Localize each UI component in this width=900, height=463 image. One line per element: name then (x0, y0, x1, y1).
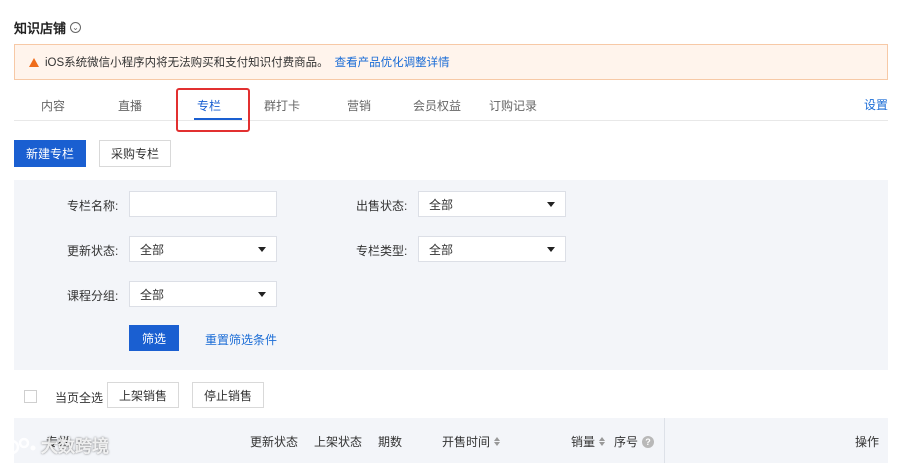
sort-icon[interactable] (494, 437, 501, 446)
warning-triangle-icon (29, 57, 39, 67)
course-group-select[interactable]: 全部 (129, 281, 277, 307)
sale-status-label: 出售状态: (356, 199, 408, 213)
col-header-column: 专栏 (46, 435, 71, 449)
col-header-list-status: 上架状态 (314, 435, 363, 449)
column-type-value: 全部 (429, 242, 454, 257)
column-divider (664, 418, 665, 463)
col-header-issues: 期数 (378, 435, 403, 449)
col-header-update-status: 更新状态 (250, 435, 299, 449)
col-header-order: 序号 ? (614, 433, 655, 450)
filter-panel: 专栏名称: 出售状态: 全部 更新状态: 全部 专栏类型: 全部 课程分组: 全… (14, 180, 888, 370)
tab-column[interactable]: 专栏 (197, 97, 221, 114)
new-column-button[interactable]: 新建专栏 (14, 140, 86, 167)
column-type-select[interactable]: 全部 (418, 236, 566, 262)
tab-member-benefits[interactable]: 会员权益 (413, 97, 461, 114)
notice-text: iOS系统微信小程序内将无法购买和支付知识付费商品。 (45, 57, 329, 69)
tab-marketing[interactable]: 营销 (347, 97, 371, 114)
purchase-column-button[interactable]: 采购专栏 (99, 140, 171, 167)
settings-link[interactable]: 设置 (864, 96, 888, 113)
col-header-actions: 操作 (855, 435, 880, 449)
tab-live[interactable]: 直播 (118, 97, 142, 114)
update-status-label: 更新状态: (67, 244, 119, 258)
active-tab-indicator (194, 118, 242, 120)
caret-down-icon (547, 201, 555, 207)
page-title[interactable]: 知识店铺 ⌄ (14, 18, 82, 37)
course-group-value: 全部 (140, 287, 165, 302)
sort-icon[interactable] (599, 437, 606, 446)
column-name-input[interactable] (129, 191, 277, 217)
select-all-label: 当页全选 (55, 391, 104, 405)
notice-banner: iOS系统微信小程序内将无法购买和支付知识付费商品。 查看产品优化调整详情 (14, 44, 888, 80)
caret-down-icon (258, 246, 266, 252)
tab-order-records[interactable]: 订购记录 (489, 97, 537, 114)
caret-down-icon (258, 291, 266, 297)
reset-filters-link[interactable]: 重置筛选条件 (205, 331, 277, 348)
notice-details-link[interactable]: 查看产品优化调整详情 (335, 54, 450, 70)
tab-group-checkin[interactable]: 群打卡 (264, 97, 300, 114)
column-name-label: 专栏名称: (67, 199, 119, 213)
update-status-value: 全部 (140, 242, 165, 257)
column-type-label: 专栏类型: (356, 244, 408, 258)
select-all-checkbox[interactable] (24, 390, 37, 403)
question-help-icon[interactable]: ? (642, 435, 655, 448)
chevron-down-circle-icon[interactable]: ⌄ (70, 22, 82, 33)
col-header-sale-time[interactable]: 开售时间 (442, 433, 501, 450)
tab-content[interactable]: 内容 (41, 97, 65, 114)
table-header: 专栏 更新状态 上架状态 期数 开售时间 销量 序号 ? 操作 (14, 418, 888, 463)
sale-status-value: 全部 (429, 197, 454, 212)
list-for-sale-button[interactable]: 上架销售 (107, 382, 179, 408)
tab-bar: 内容 直播 专栏 群打卡 营销 会员权益 订购记录 (14, 88, 888, 121)
caret-down-icon (547, 246, 555, 252)
stop-sale-button[interactable]: 停止销售 (192, 382, 264, 408)
page-title-text: 知识店铺 (14, 21, 67, 36)
sale-status-select[interactable]: 全部 (418, 191, 566, 217)
update-status-select[interactable]: 全部 (129, 236, 277, 262)
course-group-label: 课程分组: (67, 289, 119, 303)
filter-button[interactable]: 筛选 (129, 325, 179, 351)
col-header-sales[interactable]: 销量 (571, 433, 606, 450)
